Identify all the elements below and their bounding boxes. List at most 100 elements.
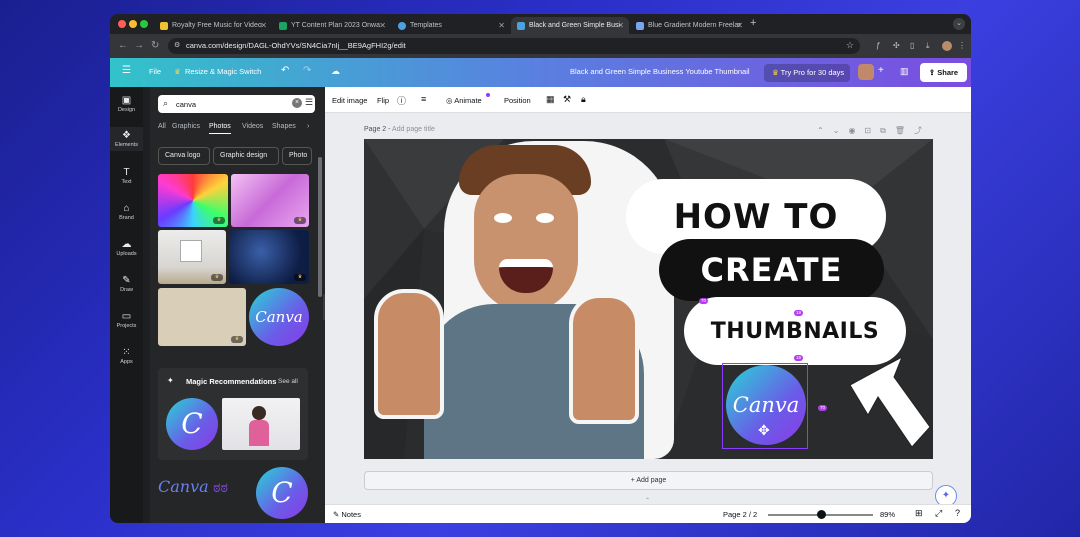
chevron-right-icon[interactable]: › (307, 123, 309, 130)
close-tab-icon[interactable]: ✕ (260, 21, 267, 30)
new-tab-icon[interactable]: + (750, 17, 756, 29)
browser-tab[interactable]: Templates ✕ (392, 17, 510, 34)
close-window-button[interactable] (118, 20, 126, 28)
tab-photos[interactable]: Photos (209, 123, 231, 134)
grid-view-icon[interactable]: ⊞ (915, 508, 923, 519)
tab-shapes[interactable]: Shapes (272, 123, 296, 130)
help-icon[interactable]: ? (955, 508, 960, 518)
chevron-down-icon[interactable]: ⌄ (833, 126, 849, 135)
add-page-title[interactable]: Add page title (392, 126, 435, 133)
rail-item-elements[interactable]: ❖ Elements (110, 127, 143, 151)
chevron-down-icon[interactable]: ⌄ (953, 18, 965, 30)
edit-image-button[interactable]: Edit image (332, 96, 367, 105)
back-arrow-icon[interactable]: ← (118, 40, 128, 51)
clear-search-icon[interactable]: × (292, 98, 302, 108)
close-tab-icon[interactable]: ✕ (379, 21, 386, 30)
page-count[interactable]: Page 2 / 2 (723, 510, 757, 519)
profile-avatar[interactable] (942, 41, 952, 51)
suggestion-chip[interactable]: Photo (282, 147, 312, 165)
zoom-level[interactable]: 89% (880, 510, 895, 519)
transparency-icon[interactable]: ▦ (546, 94, 555, 105)
rail-item-draw[interactable]: ✎ Draw (110, 275, 143, 293)
analytics-icon[interactable]: ▥ (900, 66, 909, 77)
info-icon[interactable]: ⓘ (397, 94, 406, 107)
lock-page-icon[interactable]: ⊡ (864, 126, 880, 135)
photo-thumbnail[interactable]: ♛ (158, 230, 226, 284)
file-menu[interactable]: File (149, 67, 161, 76)
user-avatar[interactable] (858, 64, 874, 80)
position-button[interactable]: Position (504, 96, 531, 105)
try-pro-button[interactable]: ♛ Try Pro for 30 days (764, 64, 850, 82)
share-button[interactable]: ⇪ Share (920, 63, 967, 82)
duplicate-icon[interactable]: ⧉ (880, 126, 895, 135)
rail-item-design[interactable]: ▣ Design (110, 95, 143, 113)
rail-item-apps[interactable]: ⁙ Apps (110, 347, 143, 365)
download-icon[interactable]: ⤓ (926, 41, 930, 51)
paint-roller-icon[interactable]: ⚒ (563, 94, 571, 105)
browser-tab[interactable]: Blue Gradient Modern Freelar ✕ (630, 17, 748, 34)
hamburger-icon[interactable]: ☰ (122, 65, 131, 76)
tab-graphics[interactable]: Graphics (172, 123, 200, 130)
flip-button[interactable]: Flip (377, 96, 389, 105)
pointer-arrow-graphic[interactable] (842, 357, 932, 457)
browser-tab[interactable]: Royalty Free Music for Video ✕ (154, 17, 272, 34)
notes-button[interactable]: ✎ Notes (333, 510, 361, 519)
hide-icon[interactable]: ◉ (848, 126, 864, 135)
minimize-window-button[interactable] (129, 20, 137, 28)
animate-button[interactable]: ◎ Animate (446, 96, 482, 105)
tab-all[interactable]: All (158, 123, 166, 130)
panel-scrollbar[interactable] (318, 157, 322, 297)
filter-icon[interactable]: ☰ (305, 97, 313, 108)
redo-icon[interactable]: ↷ (303, 65, 311, 76)
canva-logo-thumbnail[interactable]: Canva (249, 288, 309, 346)
suggestion-chip[interactable]: Graphic design (213, 147, 279, 165)
canva-c-logo-recommendation[interactable]: C (166, 398, 218, 450)
browser-tab[interactable]: YT Content Plan 2023 Onwa ✕ (273, 17, 391, 34)
close-tab-icon[interactable]: ✕ (617, 21, 624, 30)
chevron-up-icon[interactable]: ⌃ (817, 126, 833, 135)
woman-photo-recommendation[interactable] (222, 398, 300, 450)
close-tab-icon[interactable]: ✕ (498, 21, 505, 30)
canva-c-logo-thumbnail[interactable]: C (256, 467, 308, 519)
add-collaborator-icon[interactable]: + (878, 65, 884, 76)
canva-wordmark-thumbnail[interactable]: Canva ಠಠ (158, 472, 253, 502)
add-page-button[interactable]: + Add page (364, 471, 933, 490)
maximize-window-button[interactable] (140, 20, 148, 28)
photo-thumbnail[interactable]: ♛ (158, 288, 246, 346)
cloud-save-icon[interactable]: ☁ (331, 66, 340, 77)
tab-videos[interactable]: Videos (242, 123, 263, 130)
url-text[interactable]: canva.com/design/DAGL-OhdYVs/SN4Cia7nIj_… (186, 41, 406, 50)
reload-icon[interactable]: ↻ (151, 40, 159, 51)
browser-tab-active[interactable]: Black and Green Simple Busi ✕ (511, 17, 629, 34)
border-style-icon[interactable]: ≡ (421, 94, 426, 104)
undo-icon[interactable]: ↶ (281, 65, 289, 76)
forward-arrow-icon[interactable]: → (134, 40, 144, 51)
design-canvas[interactable]: HOW TO CREATE THUMBNAILS Canva ✥ 70 19 1… (364, 139, 933, 459)
lock-icon[interactable]: 🔒︎ (581, 94, 586, 105)
site-settings-icon[interactable]: ⚙ (174, 41, 180, 49)
rail-item-projects[interactable]: ▭ Projects (110, 311, 143, 329)
resize-button[interactable]: Resize & Magic Switch (185, 67, 261, 76)
headline-create[interactable]: CREATE (659, 239, 884, 301)
photo-thumbnail[interactable]: ♛ (158, 174, 228, 227)
delete-icon[interactable]: 🗑︎ (895, 126, 914, 135)
address-bar[interactable]: ⚙ canva.com/design/DAGL-OhdYVs/SN4Cia7nI… (168, 38, 860, 54)
photo-thumbnail[interactable]: ♛ (229, 230, 309, 284)
document-title[interactable]: Black and Green Simple Business Youtube … (570, 67, 750, 76)
zoom-slider-knob[interactable] (816, 510, 826, 519)
add-page-icon[interactable]: ⤴ (914, 126, 931, 135)
more-menu-icon[interactable]: ⋮ (958, 41, 966, 50)
close-tab-icon[interactable]: ✕ (736, 21, 743, 30)
extension-icon[interactable]: ƒ (876, 41, 880, 50)
expand-pages-icon[interactable]: ⌃ (645, 497, 650, 504)
photo-thumbnail[interactable]: ♛ (231, 174, 309, 227)
rail-item-uploads[interactable]: ☁ Uploads (110, 239, 143, 257)
bookmark-star-icon[interactable]: ☆ (846, 40, 854, 51)
rail-item-text[interactable]: T Text (110, 167, 143, 185)
rail-item-brand[interactable]: ⌂ Brand (110, 203, 143, 221)
see-all-link[interactable]: See all (278, 378, 298, 385)
fullscreen-icon[interactable]: ⤢ (935, 508, 942, 519)
suggestion-chip[interactable]: Canva logo (158, 147, 210, 165)
search-input[interactable] (176, 97, 286, 111)
puzzle-icon[interactable]: ✣ (893, 41, 900, 50)
